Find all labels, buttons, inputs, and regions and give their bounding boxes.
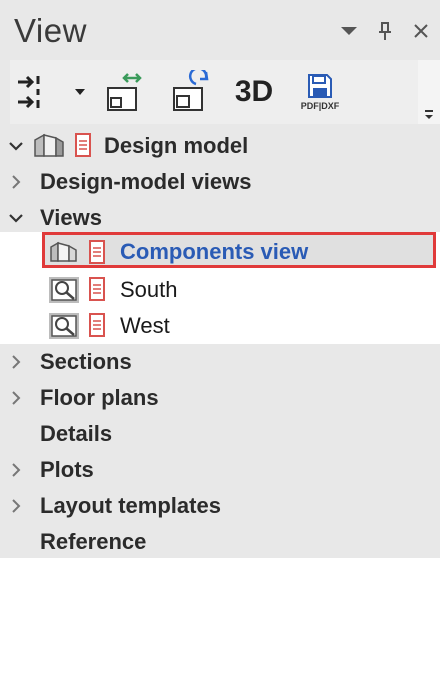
pdf-dxf-label: PDF|DXF xyxy=(300,101,340,111)
chevron-down-icon[interactable] xyxy=(8,200,24,236)
tree-label: Plots xyxy=(40,457,94,482)
dropdown-icon[interactable] xyxy=(68,68,92,116)
document-icon xyxy=(88,239,106,265)
3d-button[interactable]: 3D xyxy=(232,68,276,116)
tree-item-views[interactable]: Views xyxy=(0,200,440,236)
chevron-right-icon[interactable] xyxy=(8,452,24,488)
refresh-view-icon[interactable] xyxy=(168,68,212,116)
tree-item-layout-templates[interactable]: Layout templates xyxy=(0,488,440,524)
elevation-view-icon xyxy=(48,312,80,340)
align-icon[interactable] xyxy=(10,68,54,116)
tree-item-floor-plans[interactable]: Floor plans xyxy=(0,380,440,416)
chevron-down-icon[interactable] xyxy=(8,128,24,164)
tree-label: Design-model views xyxy=(40,169,252,194)
tree-label: Design model xyxy=(104,133,249,158)
tree-item-components-view[interactable]: Components view xyxy=(0,234,440,270)
tree-item-design-model-views[interactable]: Design-model views xyxy=(0,164,440,200)
close-icon[interactable] xyxy=(408,18,434,44)
toolbar: 3D PDF|DXF xyxy=(10,60,418,124)
tree-item-south[interactable]: South xyxy=(0,272,440,308)
tree-item-plots[interactable]: Plots xyxy=(0,452,440,488)
dropdown-arrow-icon[interactable] xyxy=(336,18,362,44)
scroll-down-icon[interactable] xyxy=(418,60,440,124)
tree-label: Details xyxy=(40,421,113,446)
tree-item-west[interactable]: West xyxy=(0,308,440,344)
exchange-view-icon[interactable] xyxy=(102,68,146,116)
chevron-right-icon[interactable] xyxy=(8,164,24,200)
components-view-icon xyxy=(48,239,80,265)
document-icon xyxy=(74,132,92,158)
tree-item-reference[interactable]: Reference xyxy=(0,524,440,560)
tree-item-details[interactable]: Details xyxy=(0,416,440,452)
tree-label: Views xyxy=(40,205,102,230)
tree-label: Sections xyxy=(40,349,132,374)
tree-label: Reference xyxy=(40,529,147,554)
save-pdf-dxf-button[interactable]: PDF|DXF xyxy=(296,68,344,116)
document-icon xyxy=(88,276,106,302)
tree-item-design-model[interactable]: Design model xyxy=(0,128,440,164)
tree-label: Layout templates xyxy=(40,493,221,518)
pin-icon[interactable] xyxy=(372,18,398,44)
tree-label: Floor plans xyxy=(40,385,159,410)
chevron-right-icon[interactable] xyxy=(8,380,24,416)
chevron-right-icon[interactable] xyxy=(8,488,24,524)
tree-item-sections[interactable]: Sections xyxy=(0,344,440,380)
save-pdf-dxf-icon xyxy=(308,74,332,98)
panel-title: View xyxy=(14,12,87,49)
building-model-icon xyxy=(32,132,66,160)
document-icon xyxy=(88,312,106,338)
tree-label: Components view xyxy=(120,239,309,264)
elevation-view-icon xyxy=(48,276,80,304)
chevron-right-icon[interactable] xyxy=(8,344,24,380)
tree-label: West xyxy=(120,313,170,338)
tree-label: South xyxy=(120,277,178,302)
